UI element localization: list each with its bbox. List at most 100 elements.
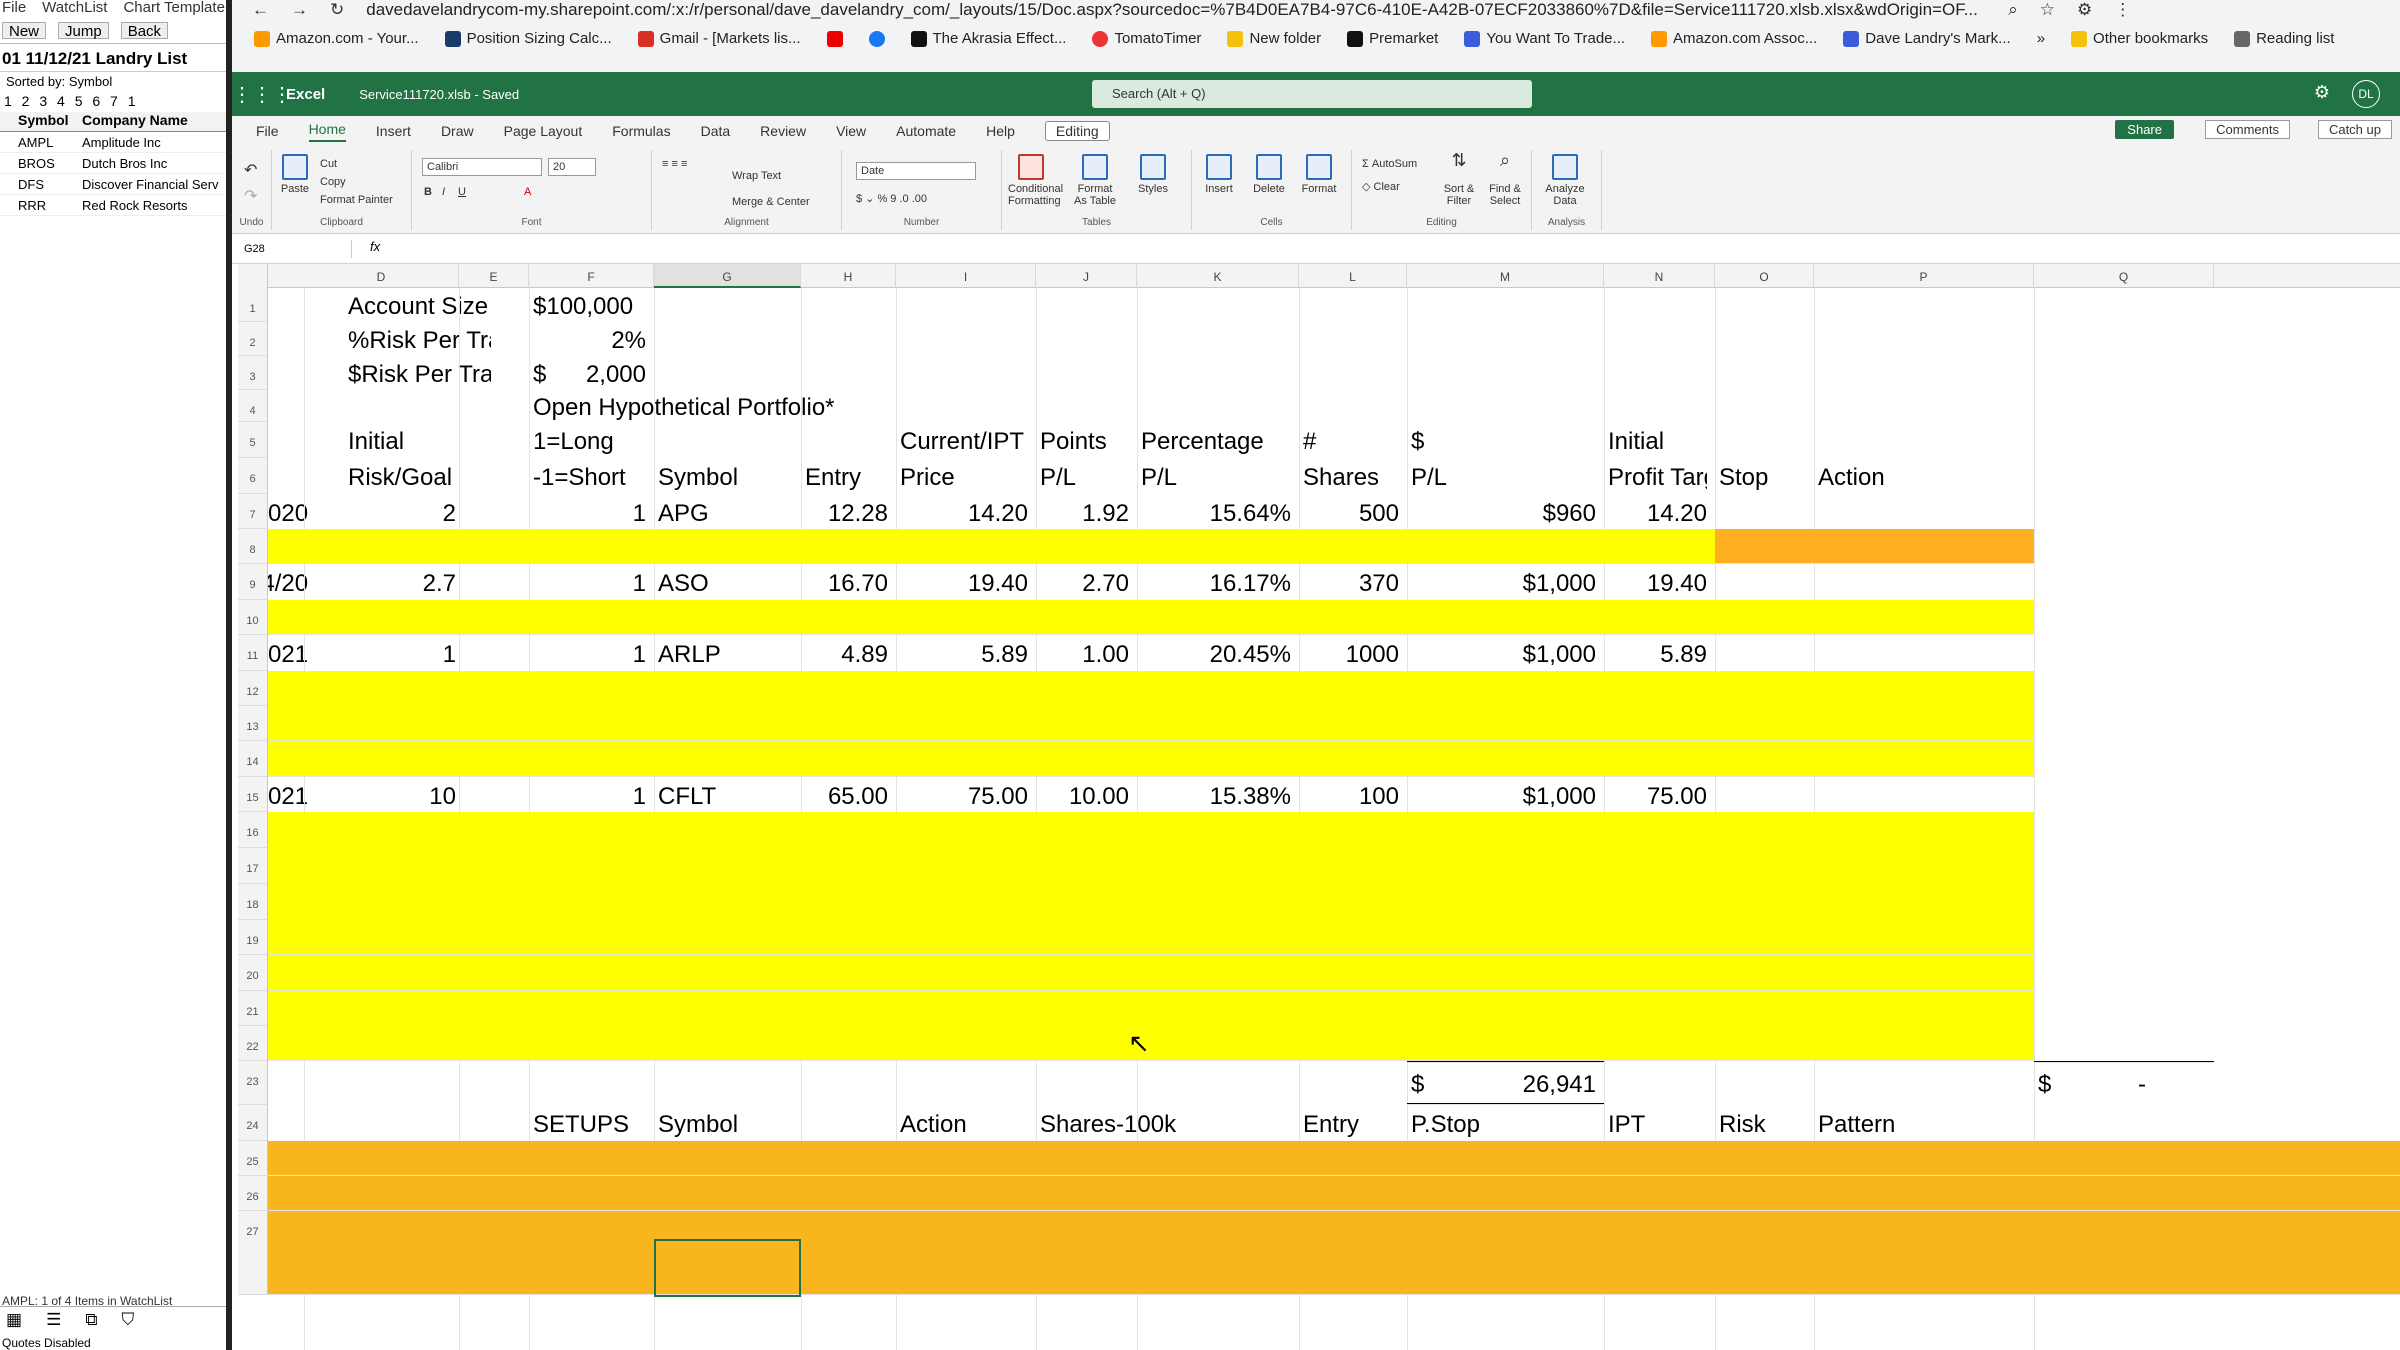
tab-help[interactable]: Help — [986, 123, 1015, 139]
chart-icon[interactable]: ▦ — [6, 1310, 22, 1329]
selected-cell[interactable] — [654, 1239, 801, 1297]
table-cell-pct[interactable]: 20.45% — [1137, 638, 1291, 672]
header-setup-entry[interactable]: Entry — [1299, 1108, 1399, 1142]
row-header[interactable]: 3 — [238, 356, 268, 390]
extensions-icon[interactable]: ⚙ — [2077, 0, 2092, 20]
table-cell-risk[interactable]: 2.7 — [324, 567, 456, 601]
risk-dollar-label[interactable]: $Risk Per Trade — [344, 358, 491, 392]
table-cell-risk[interactable]: 10 — [324, 780, 456, 814]
forward-arrow-icon[interactable]: → — [291, 0, 308, 20]
table-cell-points[interactable]: 10.00 — [1036, 780, 1129, 814]
table-cell-pl[interactable]: $1,000 — [1407, 780, 1596, 814]
table-cell-price[interactable]: 14.20 — [896, 497, 1028, 531]
spreadsheet-grid[interactable]: DEFGHIJKLMNOPQ Account Size $100,000 %Risk… — [238, 264, 2400, 1350]
styles-button[interactable]: Styles — [1130, 154, 1176, 195]
column-header-j[interactable]: J — [1036, 264, 1137, 288]
table-cell-entry[interactable]: 65.00 — [801, 780, 888, 814]
row-header[interactable]: 18 — [238, 884, 268, 920]
tab-file[interactable]: File — [256, 123, 279, 139]
portfolio-title[interactable]: Open Hypothetical Portfolio* — [529, 391, 921, 425]
filter-icon[interactable]: ⛉ — [121, 1310, 134, 1329]
column-header-l[interactable]: L — [1299, 264, 1407, 288]
header-current-ipt[interactable]: Current/IPT — [896, 425, 1028, 459]
row-header[interactable]: 14 — [238, 741, 268, 777]
column-header-p[interactable]: P — [1814, 264, 2034, 288]
row-header[interactable]: 21 — [238, 991, 268, 1026]
tab-draw[interactable]: Draw — [441, 123, 474, 139]
risk-pct-value[interactable]: 2% — [529, 324, 646, 358]
column-header-h[interactable]: H — [801, 264, 896, 288]
bookmark[interactable]: Premarket — [1347, 30, 1438, 47]
menu-chart-template[interactable]: Chart Template — [123, 0, 224, 18]
table-cell-points[interactable]: 2.70 — [1036, 567, 1129, 601]
menu-file[interactable]: File — [2, 0, 26, 18]
table-cell-target[interactable]: 14.20 — [1604, 497, 1707, 531]
table-cell-points[interactable]: 1.92 — [1036, 497, 1129, 531]
youtube-bookmark[interactable] — [826, 30, 843, 47]
search-icon[interactable]: ⌕ — [2008, 0, 2018, 20]
format-painter-button[interactable]: Format Painter — [320, 194, 393, 206]
back-arrow-icon[interactable]: ← — [252, 0, 269, 20]
merge-center-button[interactable]: Merge & Center — [732, 196, 810, 208]
row-header[interactable]: 24 — [238, 1105, 268, 1141]
format-as-table-button[interactable]: Format As Table — [1072, 154, 1118, 207]
table-cell-points[interactable]: 1.00 — [1036, 638, 1129, 672]
bookmark[interactable]: Reading list — [2234, 30, 2334, 47]
tab-insert[interactable]: Insert — [376, 123, 411, 139]
column-header-n[interactable]: N — [1604, 264, 1715, 288]
font-size-select[interactable]: 20 — [548, 158, 596, 176]
table-cell-pct[interactable]: 16.17% — [1137, 567, 1291, 601]
search-input[interactable]: Search (Alt + Q) — [1092, 80, 1532, 108]
header-shares[interactable]: Shares — [1299, 461, 1399, 495]
menu-watchlist[interactable]: WatchList — [42, 0, 107, 18]
insert-cells-button[interactable]: Insert — [1196, 154, 1242, 195]
table-cell-shares[interactable]: 370 — [1299, 567, 1399, 601]
tab-home[interactable]: Home — [308, 121, 346, 142]
header-short[interactable]: -1=Short — [529, 461, 646, 495]
tab-page-layout[interactable]: Page Layout — [504, 123, 583, 139]
bookmark[interactable]: New folder — [1227, 30, 1321, 47]
delete-cells-button[interactable]: Delete — [1246, 154, 1292, 195]
comments-button[interactable]: Comments — [2205, 120, 2290, 139]
header-setup-pstop[interactable]: P.Stop — [1407, 1108, 1596, 1142]
column-header-i[interactable]: I — [896, 264, 1036, 288]
wrap-text-button[interactable]: Wrap Text — [732, 170, 781, 182]
header-setups[interactable]: SETUPS — [529, 1108, 646, 1142]
table-cell-price[interactable]: 5.89 — [896, 638, 1028, 672]
table-cell-symbol[interactable]: CFLT — [654, 780, 793, 814]
col-company[interactable]: Company Name — [82, 112, 188, 131]
row-header[interactable]: 7 — [238, 494, 268, 529]
header-entry[interactable]: Entry — [801, 461, 888, 495]
list-item[interactable]: AMPL Amplitude Inc — [0, 132, 226, 153]
header-long[interactable]: 1=Long — [529, 425, 646, 459]
table-cell-price[interactable]: 19.40 — [896, 567, 1028, 601]
document-title[interactable]: Service111720.xlsb - Saved — [359, 87, 519, 102]
app-name[interactable]: Excel — [286, 86, 325, 103]
new-button[interactable]: New — [2, 22, 47, 40]
row-header[interactable]: 13 — [238, 706, 268, 741]
account-size-label[interactable]: Account Size — [344, 290, 491, 324]
column-header-k[interactable]: K — [1137, 264, 1299, 288]
column-header-o[interactable]: O — [1715, 264, 1814, 288]
header-profit-target[interactable]: Profit Targe — [1604, 461, 1707, 495]
tab-view[interactable]: View — [836, 123, 866, 139]
fx-icon[interactable]: fx — [370, 239, 380, 254]
risk-pct-label[interactable]: %Risk Per Trade — [344, 324, 491, 358]
tab-formulas[interactable]: Formulas — [612, 123, 670, 139]
row-header[interactable]: 15 — [238, 777, 268, 812]
header-points-pl[interactable]: P/L — [1036, 461, 1129, 495]
table-cell-pct[interactable]: 15.38% — [1137, 780, 1291, 814]
tab-review[interactable]: Review — [760, 123, 806, 139]
column-header-m[interactable]: M — [1407, 264, 1604, 288]
header-setup-ipt[interactable]: IPT — [1604, 1108, 1707, 1142]
header-setup-shares[interactable]: Shares-100k — [1036, 1108, 1198, 1142]
table-cell-entry[interactable]: 4.89 — [801, 638, 888, 672]
paste-button[interactable]: Paste — [272, 154, 318, 195]
row-header[interactable]: 17 — [238, 848, 268, 884]
underline-button[interactable]: U — [458, 186, 466, 198]
table-cell-symbol[interactable]: APG — [654, 497, 793, 531]
row-header[interactable]: 10 — [238, 600, 268, 635]
row-header[interactable]: 6 — [238, 458, 268, 494]
menu-icon[interactable]: ⋮ — [2114, 0, 2131, 20]
clear-button[interactable]: ◇ Clear — [1362, 180, 1400, 193]
